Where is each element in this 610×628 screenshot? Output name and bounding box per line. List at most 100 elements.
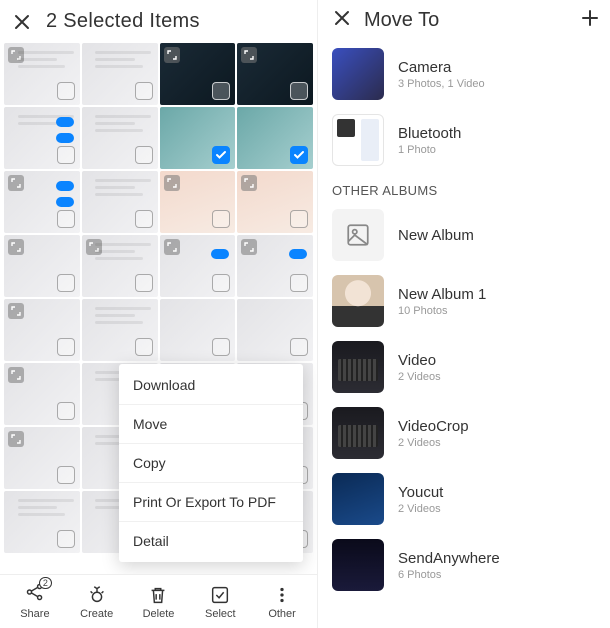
select-checkbox[interactable]: [212, 274, 230, 292]
photo-thumb[interactable]: [4, 299, 80, 361]
select-checkbox[interactable]: [212, 210, 230, 228]
album-meta: 6 Photos: [398, 569, 500, 581]
album-name: Youcut: [398, 484, 443, 501]
photo-thumb[interactable]: [4, 491, 80, 553]
select-checkbox[interactable]: [290, 338, 308, 356]
select-checkbox-checked[interactable]: [290, 146, 308, 164]
expand-icon: [241, 175, 257, 191]
select-checkbox[interactable]: [57, 530, 75, 548]
select-checkbox-checked[interactable]: [212, 146, 230, 164]
photo-thumb[interactable]: [82, 171, 158, 233]
create-label: Create: [80, 608, 113, 620]
select-checkbox[interactable]: [57, 338, 75, 356]
photo-thumb[interactable]: [4, 363, 80, 425]
photo-thumb[interactable]: [160, 299, 236, 361]
menu-move[interactable]: Move: [119, 405, 303, 444]
select-checkbox[interactable]: [212, 82, 230, 100]
menu-print[interactable]: Print Or Export To PDF: [119, 483, 303, 522]
other-button[interactable]: Other: [257, 584, 307, 620]
photo-thumb[interactable]: [82, 299, 158, 361]
select-checkbox[interactable]: [57, 402, 75, 420]
select-checkbox[interactable]: [290, 82, 308, 100]
select-checkbox[interactable]: [135, 274, 153, 292]
album-thumb: [332, 539, 384, 591]
photo-grid: Download Move Copy Print Or Export To PD…: [0, 39, 317, 574]
add-icon[interactable]: [580, 8, 600, 33]
album-camera[interactable]: Camera 3 Photos, 1 Video: [332, 41, 600, 107]
album-meta: 3 Photos, 1 Video: [398, 78, 485, 90]
menu-download[interactable]: Download: [119, 366, 303, 405]
photo-thumb[interactable]: [82, 107, 158, 169]
photo-thumb[interactable]: [4, 427, 80, 489]
expand-icon: [8, 303, 24, 319]
album-sendanywhere[interactable]: SendAnywhere 6 Photos: [332, 532, 600, 598]
album-name: VideoCrop: [398, 418, 469, 435]
expand-icon: [241, 239, 257, 255]
close-icon[interactable]: [332, 8, 352, 33]
album-thumb: [332, 275, 384, 327]
select-checkbox[interactable]: [212, 338, 230, 356]
album-meta: 2 Videos: [398, 371, 441, 383]
album-videocrop[interactable]: VideoCrop 2 Videos: [332, 400, 600, 466]
select-checkbox[interactable]: [57, 274, 75, 292]
bottom-toolbar: 2 Share Create Delete Select Other: [0, 574, 317, 628]
album-meta: 10 Photos: [398, 305, 486, 317]
album-new-1[interactable]: New Album 1 10 Photos: [332, 268, 600, 334]
select-checkbox[interactable]: [290, 210, 308, 228]
other-label: Other: [268, 608, 296, 620]
photo-thumb[interactable]: [237, 107, 313, 169]
photo-thumb[interactable]: [4, 107, 80, 169]
photo-thumb[interactable]: [4, 235, 80, 297]
album-meta: 1 Photo: [398, 144, 461, 156]
menu-detail[interactable]: Detail: [119, 522, 303, 560]
delete-button[interactable]: Delete: [133, 584, 183, 620]
close-icon[interactable]: [12, 12, 32, 32]
photo-thumb[interactable]: [4, 43, 80, 105]
image-icon: [345, 222, 371, 248]
select-button[interactable]: Select: [195, 584, 245, 620]
photo-thumb[interactable]: [237, 235, 313, 297]
expand-icon: [164, 239, 180, 255]
photo-thumb[interactable]: [160, 43, 236, 105]
album-meta: 2 Videos: [398, 437, 469, 449]
select-checkbox[interactable]: [57, 210, 75, 228]
photo-thumb[interactable]: [82, 43, 158, 105]
share-badge: 2: [39, 577, 52, 589]
expand-icon: [8, 175, 24, 191]
menu-copy[interactable]: Copy: [119, 444, 303, 483]
photo-thumb[interactable]: [237, 43, 313, 105]
select-checkbox[interactable]: [135, 210, 153, 228]
photo-thumb[interactable]: [160, 171, 236, 233]
album-name: SendAnywhere: [398, 550, 500, 567]
album-list: Camera 3 Photos, 1 Video Bluetooth 1 Pho…: [332, 41, 600, 628]
album-video[interactable]: Video 2 Videos: [332, 334, 600, 400]
photo-thumb[interactable]: [237, 299, 313, 361]
album-thumb: [332, 114, 384, 166]
select-checkbox[interactable]: [57, 82, 75, 100]
select-checkbox[interactable]: [135, 146, 153, 164]
left-header: 2 Selected Items: [0, 0, 317, 39]
photo-thumb[interactable]: [82, 235, 158, 297]
create-button[interactable]: Create: [72, 584, 122, 620]
album-youcut[interactable]: Youcut 2 Videos: [332, 466, 600, 532]
share-button[interactable]: 2 Share: [10, 581, 60, 620]
select-checkbox[interactable]: [57, 146, 75, 164]
selection-title: 2 Selected Items: [46, 10, 200, 33]
move-to-panel: Move To Camera 3 Photos, 1 Video Bluetoo…: [318, 0, 610, 628]
photo-thumb[interactable]: [4, 171, 80, 233]
select-checkbox[interactable]: [57, 466, 75, 484]
album-name: New Album 1: [398, 286, 486, 303]
expand-icon: [8, 239, 24, 255]
album-bluetooth[interactable]: Bluetooth 1 Photo: [332, 107, 600, 173]
photo-thumb[interactable]: [160, 235, 236, 297]
photo-thumb[interactable]: [160, 107, 236, 169]
select-checkbox[interactable]: [290, 274, 308, 292]
select-checkbox[interactable]: [135, 338, 153, 356]
selection-panel: 2 Selected Items: [0, 0, 318, 628]
select-label: Select: [205, 608, 236, 620]
photo-thumb[interactable]: [237, 171, 313, 233]
share-label: Share: [20, 608, 49, 620]
select-checkbox[interactable]: [135, 82, 153, 100]
album-new[interactable]: New Album: [332, 202, 600, 268]
album-name: Video: [398, 352, 441, 369]
